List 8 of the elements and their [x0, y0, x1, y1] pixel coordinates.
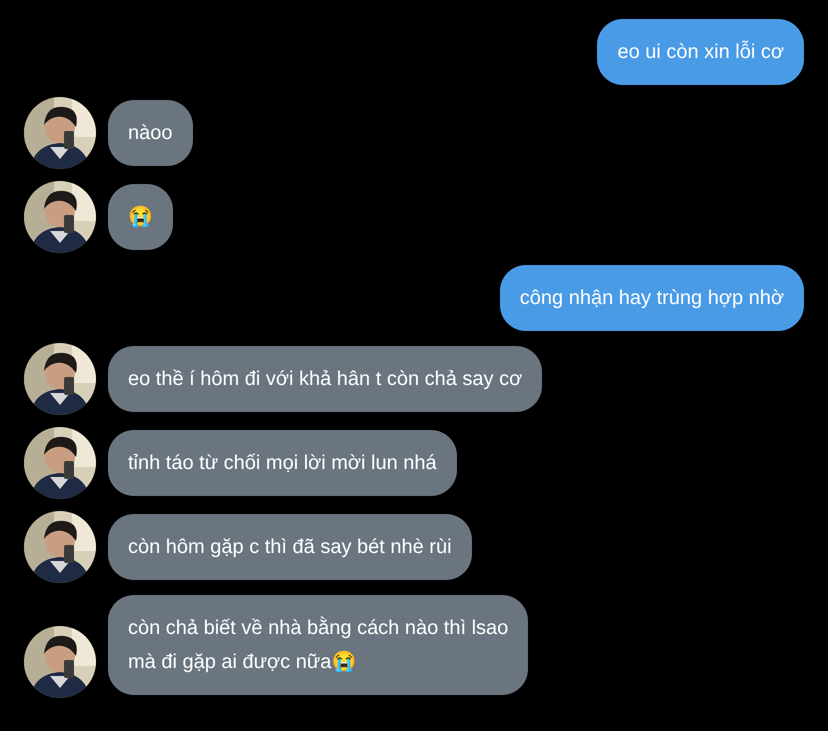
received-message-bubble: còn hôm gặp c thì đã say bét nhè rùi [108, 514, 472, 580]
received-message-bubble: 😭 [108, 184, 173, 250]
received-message-bubble: còn chả biết về nhà bằng cách nào thì lsao mà đi gặp ai được nữa😭 [108, 595, 528, 695]
received-message-bubble: eo thề í hôm đi với khả hân t còn chả say cơ [108, 346, 542, 412]
sent-message-bubble: công nhận hay trùng hợp nhờ [500, 265, 804, 331]
received-message-bubble: tỉnh táo từ chối mọi lời mời lun nhá [108, 430, 457, 496]
sent-message-bubble: eo ui còn xin lỗi cơ [597, 19, 804, 85]
received-message-bubble: nàoo [108, 100, 192, 166]
